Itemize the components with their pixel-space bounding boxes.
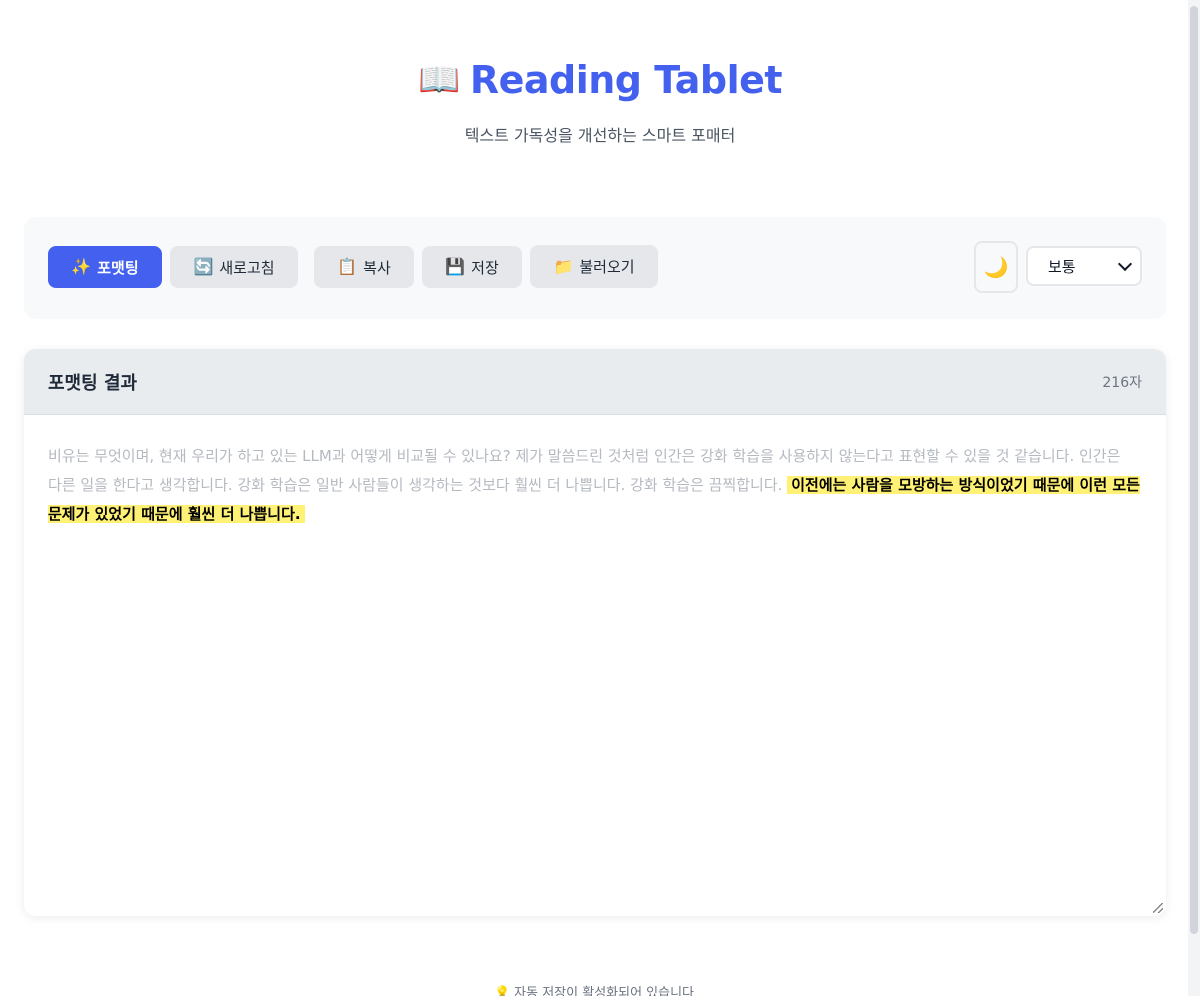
page-title: 📖 Reading Tablet xyxy=(417,58,783,102)
refresh-button[interactable]: 🔄 새로고침 xyxy=(170,246,298,288)
scrollbar-thumb[interactable] xyxy=(1190,6,1198,934)
refresh-button-label: 새로고침 xyxy=(219,258,275,277)
sparkles-icon: ✨ xyxy=(71,257,92,276)
book-icon: 📖 xyxy=(417,60,460,100)
page-subtitle: 텍스트 가독성을 개선하는 스마트 포매터 xyxy=(464,126,736,145)
page-scrollbar[interactable] xyxy=(1188,0,1200,996)
autosave-note: 💡 자동 저장이 활성화되어 있습니다 xyxy=(0,982,1188,996)
result-header: 포맷팅 결과 216자 xyxy=(24,349,1166,415)
toolbar: ✨ 포맷팅 🔄 새로고침 📋 복사 💾 저장 📁 불러오기 🌙 보통 xyxy=(24,217,1166,319)
chevron-down-icon xyxy=(1117,256,1133,272)
load-button[interactable]: 📁 불러오기 xyxy=(530,245,658,288)
clipboard-icon: 📋 xyxy=(337,257,358,276)
folder-icon: 📁 xyxy=(553,256,574,276)
font-size-select[interactable]: 보통 xyxy=(1026,246,1142,286)
theme-toggle-button[interactable]: 🌙 xyxy=(974,241,1018,293)
autosave-note-text: 자동 저장이 활성화되어 있습니다 xyxy=(514,986,695,996)
char-count: 216자 xyxy=(1102,374,1142,391)
page-title-text: Reading Tablet xyxy=(469,58,783,102)
save-button[interactable]: 💾 저장 xyxy=(422,246,522,288)
format-button-label: 포맷팅 xyxy=(97,258,139,277)
refresh-icon: 🔄 xyxy=(193,257,214,276)
resize-handle[interactable] xyxy=(1153,903,1163,913)
result-title: 포맷팅 결과 xyxy=(48,372,138,394)
load-button-label: 불러오기 xyxy=(579,258,635,276)
font-size-select-value: 보통 xyxy=(1048,257,1076,276)
app-header: 📖 Reading Tablet 텍스트 가독성을 개선하는 스마트 포매터 xyxy=(0,0,1200,146)
result-panel: 포맷팅 결과 216자 비유는 무엇이며, 현재 우리가 하고 있는 LLM과 … xyxy=(24,349,1166,916)
save-button-label: 저장 xyxy=(471,258,499,277)
moon-icon: 🌙 xyxy=(983,256,1009,279)
app-page: 📖 Reading Tablet 텍스트 가독성을 개선하는 스마트 포매터 ✨… xyxy=(0,0,1200,996)
copy-button[interactable]: 📋 복사 xyxy=(314,246,414,288)
lightbulb-icon: 💡 xyxy=(493,986,511,996)
result-text-area[interactable]: 비유는 무엇이며, 현재 우리가 하고 있는 LLM과 어떻게 비교될 수 있나… xyxy=(24,415,1166,529)
copy-button-label: 복사 xyxy=(363,258,391,277)
floppy-disk-icon: 💾 xyxy=(445,257,466,276)
format-button[interactable]: ✨ 포맷팅 xyxy=(48,246,162,288)
